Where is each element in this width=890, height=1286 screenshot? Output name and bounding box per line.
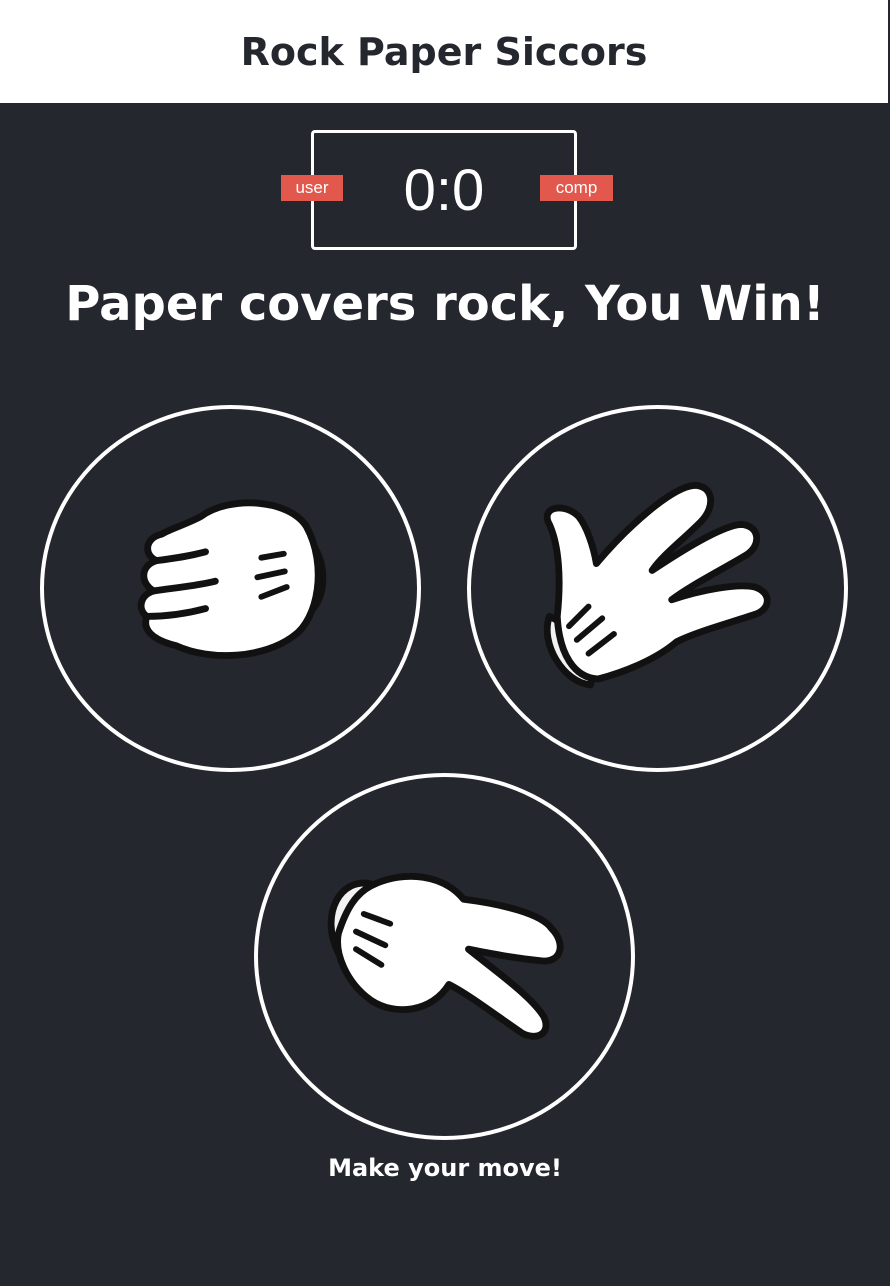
paper-choice-button[interactable] — [467, 405, 848, 772]
comp-score-badge: comp — [540, 175, 613, 201]
rock-fist-glove-icon — [137, 499, 327, 659]
game-page: Rock Paper Siccors 0:0 user comp Paper c… — [0, 0, 890, 1286]
move-prompt: Make your move! — [328, 1154, 562, 1182]
score-display: 0:0 — [403, 157, 485, 223]
paper-open-hand-glove-icon — [543, 481, 771, 689]
result-message: Paper covers rock, You Win! — [65, 276, 825, 332]
header-bar: Rock Paper Siccors — [0, 0, 890, 103]
user-score-badge: user — [281, 175, 343, 201]
scissors-two-finger-glove-icon — [327, 872, 564, 1040]
rock-choice-button[interactable] — [40, 405, 421, 772]
scissors-choice-button[interactable] — [254, 773, 635, 1140]
scoreboard: 0:0 — [311, 130, 577, 250]
page-title: Rock Paper Siccors — [240, 29, 648, 74]
